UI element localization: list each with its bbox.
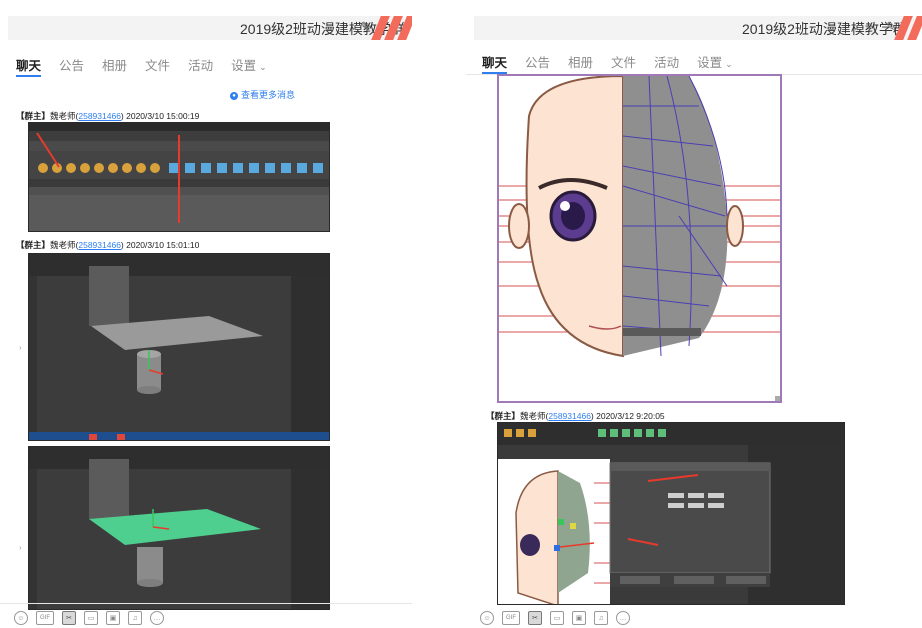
- message-time: 2020/3/10 15:00:19: [126, 111, 200, 121]
- title-bar: 2019级2班动漫建模教学群 ✎: [8, 16, 412, 40]
- maya-screenshot-1[interactable]: [28, 122, 330, 232]
- tab-chat[interactable]: 聊天: [16, 55, 42, 77]
- tab-settings-label: 设置: [697, 56, 723, 70]
- face-model-image[interactable]: [497, 74, 782, 403]
- tab-settings-label: 设置: [231, 59, 257, 73]
- sender-qq-link[interactable]: 258931466: [548, 411, 591, 421]
- pencil-icon[interactable]: ✎: [886, 19, 897, 35]
- image-icon[interactable]: ▣: [572, 611, 586, 625]
- left-chat-window: 2019级2班动漫建模教学群 ✎ 聊天 公告 相册 文件 活动 设置 ⌄ ● 查看更…: [0, 0, 412, 628]
- tab-chat[interactable]: 聊天: [482, 52, 508, 74]
- tab-settings[interactable]: 设置 ⌄: [231, 55, 267, 77]
- sender-name: 魏老师: [520, 411, 546, 421]
- sender-name: 魏老师: [50, 111, 76, 121]
- folder-icon[interactable]: ▭: [550, 611, 564, 625]
- tab-album[interactable]: 相册: [568, 52, 593, 74]
- message-time: 2020/3/12 9:20:05: [596, 411, 665, 421]
- tab-activity[interactable]: 活动: [188, 55, 213, 77]
- scissors-icon[interactable]: ✂: [62, 611, 76, 625]
- tab-bar: 聊天 公告 相册 文件 活动 设置 ⌄: [16, 55, 267, 77]
- gif-icon[interactable]: GIF: [502, 611, 520, 625]
- maya-screenshot-2[interactable]: [28, 253, 330, 441]
- tab-album[interactable]: 相册: [102, 55, 127, 77]
- maya-screenshot-3[interactable]: [28, 446, 330, 610]
- view-more-messages-link[interactable]: ● 查看更多消息: [230, 88, 295, 101]
- sender-qq-link[interactable]: 258931466: [78, 240, 121, 250]
- chat-toolbar: ☺ GIF ✂ ▭ ▣ ♫ …: [14, 608, 164, 628]
- folder-icon[interactable]: ▭: [84, 611, 98, 625]
- bell-icon[interactable]: ♫: [128, 611, 142, 625]
- divider: [0, 603, 412, 604]
- maya-plane-green-image: [29, 447, 329, 609]
- tab-files[interactable]: 文件: [145, 55, 170, 77]
- tab-announcement[interactable]: 公告: [59, 55, 84, 77]
- more-icon[interactable]: …: [150, 611, 164, 625]
- message-header: 【群主】魏老师(258931466) 2020/3/12 9:20:05: [486, 411, 665, 421]
- chevron-down-icon: ⌄: [259, 62, 267, 72]
- maya-head-screenshot[interactable]: [497, 422, 845, 605]
- maya-ui-image: [29, 123, 329, 231]
- gif-icon[interactable]: GIF: [36, 611, 54, 625]
- tab-bar: 聊天 公告 相册 文件 活动 设置 ⌄: [482, 52, 733, 74]
- view-more-label: 查看更多消息: [241, 90, 296, 100]
- maya-plane-gray-image: [29, 254, 329, 440]
- chevron-down-icon: ⌄: [725, 59, 733, 69]
- tab-activity[interactable]: 活动: [654, 52, 679, 74]
- group-title: 2019级2班动漫建模教学群: [742, 21, 907, 37]
- sender-role: 【群主】: [486, 411, 521, 421]
- caret-icon: ›: [19, 343, 22, 352]
- pencil-icon[interactable]: ✎: [360, 19, 371, 35]
- sender-qq-link[interactable]: 258931466: [78, 111, 121, 121]
- emoji-icon[interactable]: ☺: [480, 611, 494, 625]
- tab-files[interactable]: 文件: [611, 52, 636, 74]
- title-bar: 2019级2班动漫建模教学群 ✎: [474, 16, 922, 40]
- message-header: 【群主】魏老师(258931466) 2020/3/10 15:00:19: [16, 111, 200, 121]
- tab-settings[interactable]: 设置 ⌄: [697, 52, 733, 74]
- emoji-icon[interactable]: ☺: [14, 611, 28, 625]
- sender-role: 【群主】: [16, 240, 51, 250]
- image-icon[interactable]: ▣: [106, 611, 120, 625]
- message-header: 【群主】魏老师(258931466) 2020/3/10 15:01:10: [16, 240, 200, 250]
- sender-role: 【群主】: [16, 111, 51, 121]
- bell-icon[interactable]: ♫: [594, 611, 608, 625]
- face-topology-image: [499, 76, 780, 401]
- more-icon[interactable]: …: [616, 611, 630, 625]
- tab-announcement[interactable]: 公告: [525, 52, 550, 74]
- history-icon: ●: [230, 91, 238, 100]
- sender-name: 魏老师: [50, 240, 76, 250]
- caret-icon: ›: [19, 543, 22, 552]
- right-chat-window: 2019级2班动漫建模教学群 ✎ 聊天 公告 相册 文件 活动 设置 ⌄ 【群主…: [466, 0, 922, 628]
- scissors-icon[interactable]: ✂: [528, 611, 542, 625]
- maya-head-image: [498, 423, 844, 604]
- chat-toolbar: ☺ GIF ✂ ▭ ▣ ♫ …: [480, 608, 630, 628]
- message-time: 2020/3/10 15:01:10: [126, 240, 200, 250]
